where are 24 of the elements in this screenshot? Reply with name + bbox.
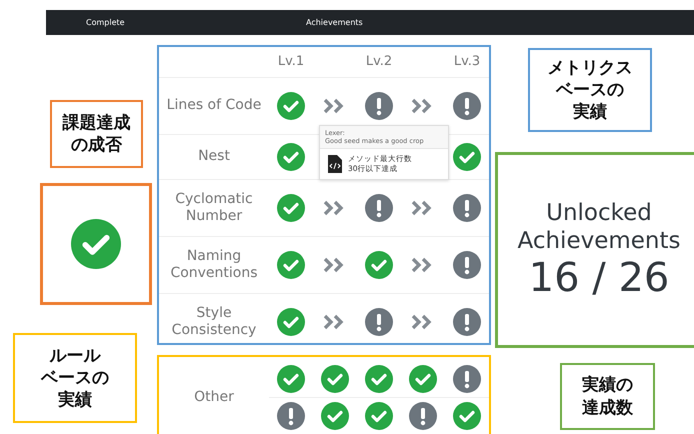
callout-text: 達成数 bbox=[582, 396, 633, 419]
level-heading: Lv.1 bbox=[278, 53, 304, 71]
callout-text: ベースの bbox=[41, 366, 109, 390]
nav-tab[interactable]: Achievements bbox=[306, 18, 426, 27]
callout-text: ベースの bbox=[556, 78, 624, 102]
callout-text: 実績の bbox=[582, 374, 633, 396]
metric-name: Cyclomatic Number bbox=[174, 190, 254, 226]
callout-text: の成否 bbox=[71, 134, 122, 156]
achievement-count: 16 / 26 bbox=[528, 256, 670, 300]
nav-tab[interactable]: Complete bbox=[86, 18, 306, 27]
callout-text: メトリクス bbox=[548, 56, 632, 79]
code-file-icon bbox=[328, 155, 342, 173]
metric-name: Style Consistency bbox=[170, 304, 258, 340]
callout-text: 実績 bbox=[573, 101, 607, 124]
level-heading: Lv.2 bbox=[366, 53, 392, 71]
metric-name: Lines of Code bbox=[166, 97, 262, 115]
metric-name: Nest bbox=[197, 148, 231, 166]
summary-label: Unlocked Achievements bbox=[516, 200, 682, 256]
callout-text: ルール bbox=[50, 344, 100, 367]
callout-text: 実績 bbox=[58, 389, 92, 412]
rule-name: Other bbox=[193, 388, 235, 406]
metric-name: Naming Conventions bbox=[169, 248, 259, 282]
level-heading: Lv.3 bbox=[454, 53, 480, 71]
callout-text: 課題達成 bbox=[62, 112, 130, 134]
